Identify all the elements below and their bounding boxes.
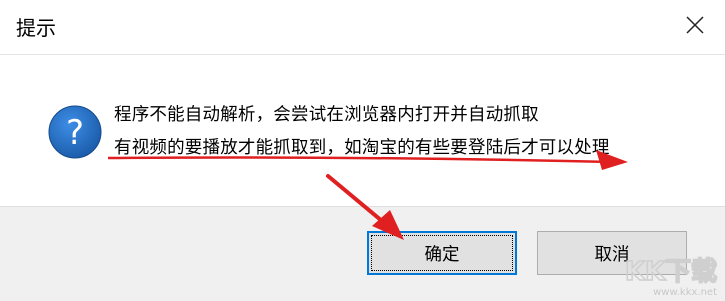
question-icon: ? [47,104,103,160]
title-bar: 提示 [0,0,725,55]
cancel-button[interactable]: 取消 [537,231,687,275]
close-icon [686,16,704,34]
close-button[interactable] [682,12,708,38]
dialog-body [0,55,725,206]
message-line-1: 程序不能自动解析，会尝试在浏览器内打开并自动抓取 [114,105,539,125]
message-line-2: 有视频的要播放才能抓取到，如淘宝的有些要登陆后才可以处理 [114,138,610,158]
svg-text:?: ? [66,113,84,153]
ok-button[interactable]: 确定 [367,231,517,275]
dialog-title: 提示 [16,16,56,40]
message-dialog: 提示 ? 程序不能自动解析，会尝试在浏览器内打开并自动抓取 有视频的要播放才能抓… [0,0,726,301]
